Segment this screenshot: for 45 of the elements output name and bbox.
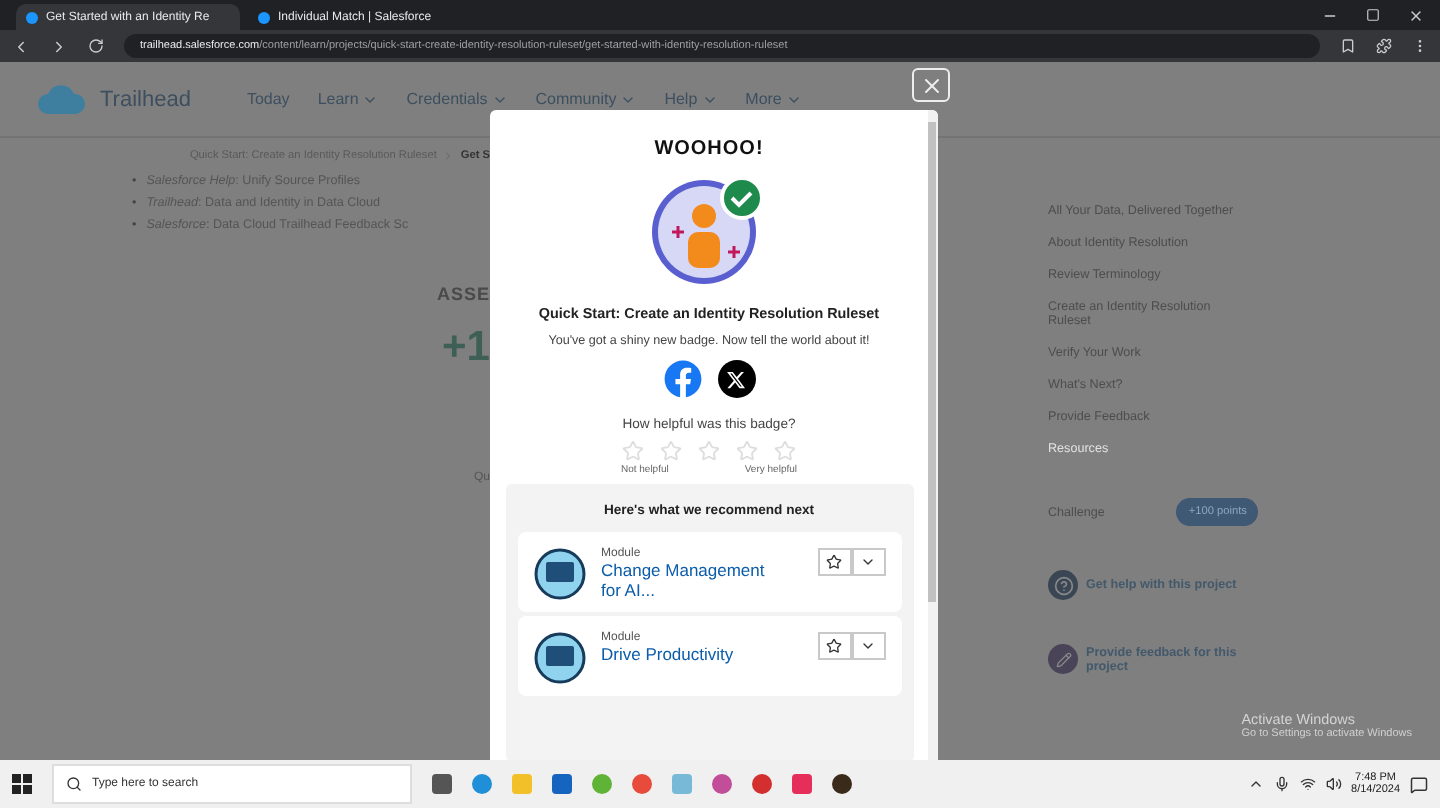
nav-link[interactable]: Today: [246, 90, 290, 108]
module-link[interactable]: Change Management for AI...: [601, 560, 785, 600]
close-icon: [919, 73, 943, 97]
windows-start-icon[interactable]: [12, 774, 32, 794]
x-share-icon[interactable]: [717, 360, 755, 398]
module-icon: [533, 548, 585, 600]
cloud-logo-icon: [36, 81, 88, 117]
maximize-icon[interactable]: [1366, 7, 1380, 21]
back-icon[interactable]: [12, 37, 30, 55]
favorite-button[interactable]: [817, 548, 851, 576]
reload-icon[interactable]: [88, 38, 104, 54]
volume-icon[interactable]: [1325, 776, 1342, 792]
favorite-button[interactable]: [817, 632, 851, 660]
nav-link[interactable]: More: [745, 90, 802, 108]
facebook-share-icon[interactable]: [663, 360, 701, 398]
notification-icon[interactable]: [1410, 775, 1428, 793]
rating-star[interactable]: [660, 440, 682, 462]
pencil-icon: [1055, 651, 1071, 667]
star-icon: [826, 638, 842, 654]
extensions-icon[interactable]: [1376, 38, 1392, 54]
logo-text: Trailhead: [100, 87, 191, 111]
microphone-icon[interactable]: [1273, 776, 1290, 792]
rating-star[interactable]: [736, 440, 758, 462]
rating-star[interactable]: [622, 440, 644, 462]
nav-link[interactable]: Community: [535, 90, 637, 108]
points-text: +1: [442, 324, 490, 372]
chevron-down-icon: [860, 638, 876, 654]
tray-chevron-icon[interactable]: [1247, 776, 1264, 792]
module-link[interactable]: Drive Productivity: [601, 644, 785, 664]
rating-star[interactable]: [774, 440, 796, 462]
star-icon: [826, 554, 842, 570]
network-icon[interactable]: [1299, 776, 1316, 792]
rating-star[interactable]: [698, 440, 720, 462]
help-icon: [1053, 575, 1073, 595]
close-icon[interactable]: [1408, 7, 1424, 23]
nav-link[interactable]: Help: [664, 90, 718, 108]
forward-icon[interactable]: [50, 37, 68, 55]
nav-link[interactable]: Credentials: [406, 90, 508, 108]
close-button[interactable]: [912, 68, 950, 102]
chevron-down-icon: [860, 554, 876, 570]
search-icon: [66, 776, 82, 792]
nav-link[interactable]: Learn: [317, 90, 379, 108]
bookmark-icon[interactable]: [1340, 38, 1356, 54]
modal-heading: WOOHOO!: [654, 138, 764, 160]
module-icon: [533, 632, 585, 684]
